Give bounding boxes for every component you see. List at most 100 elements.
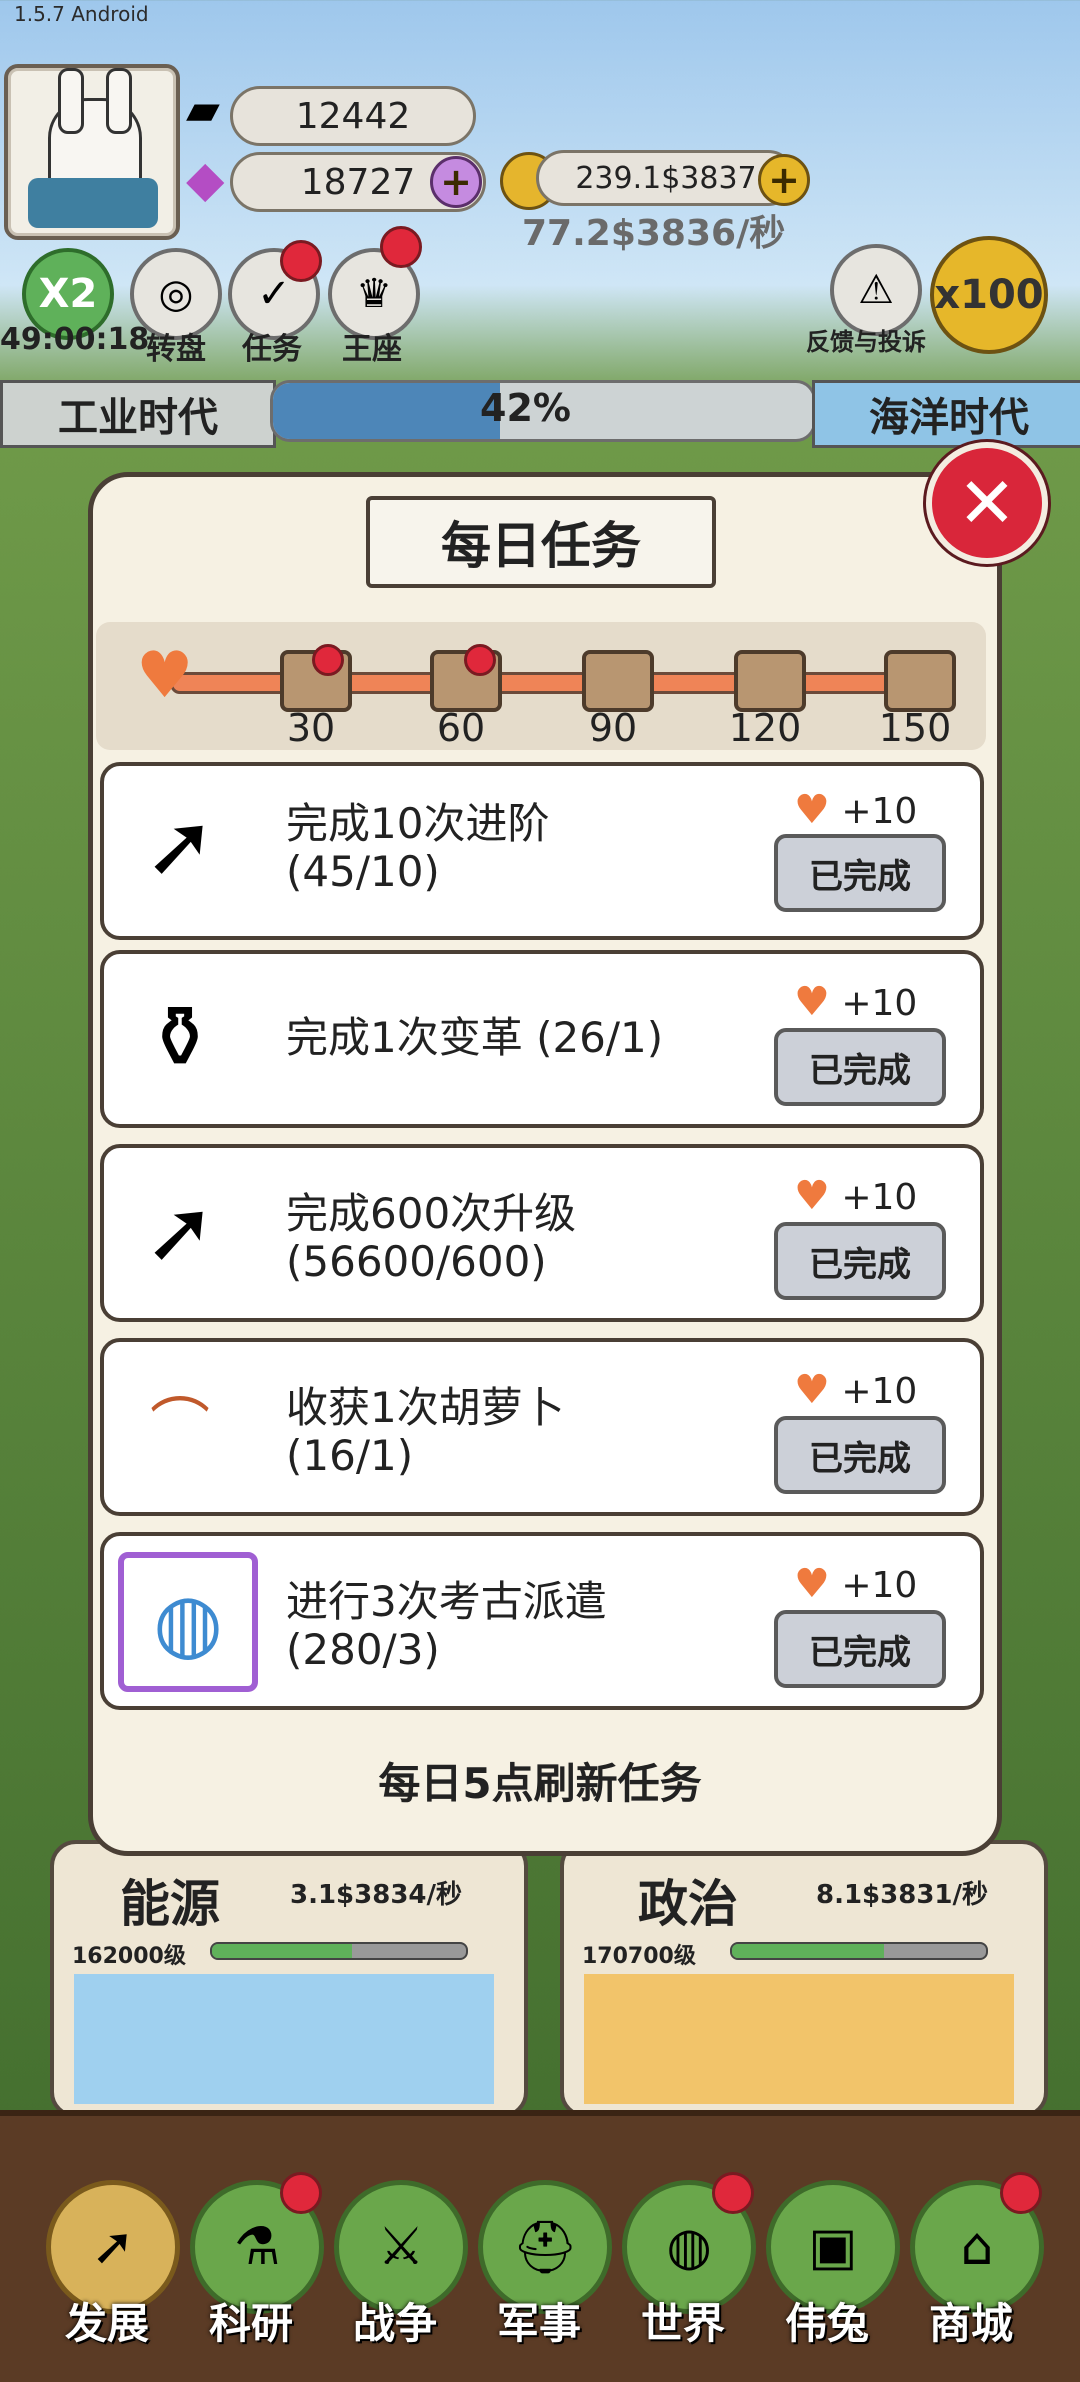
heart-icon: ♥: [794, 1173, 830, 1219]
task-complete-button[interactable]: 已完成: [774, 1222, 946, 1300]
task-title: 进行3次考古派遣: [286, 1577, 607, 1626]
politics-card-image: [584, 1974, 1014, 2104]
throne-label: 王座: [342, 332, 402, 367]
chest-150-icon[interactable]: [884, 650, 956, 712]
politics-card-progress-fill: [732, 1944, 885, 1958]
arrow-icon: ➚: [91, 2217, 135, 2277]
shop-notification-dot: [1000, 2172, 1042, 2214]
chest-90-icon[interactable]: [582, 650, 654, 712]
task-item: ➚ 完成600次升级 (56600/600) ♥ +10 已完成: [100, 1144, 984, 1322]
task-reward: +10: [841, 1565, 918, 1606]
boost-label: X2: [38, 271, 98, 317]
throne-icon: ♛: [356, 271, 392, 317]
feedback-label: 反馈与投诉: [806, 328, 926, 356]
task-item: ⌒ 收获1次胡萝卜 (16/1) ♥ +10 已完成: [100, 1338, 984, 1516]
energy-card[interactable]: 能源 3.1$3834/秒 162000级: [50, 1840, 528, 2118]
portrait-icon: ▣: [808, 2217, 858, 2277]
world-notification-dot: [712, 2172, 754, 2214]
task-complete-button[interactable]: 已完成: [774, 1028, 946, 1106]
arrow-up-icon: ➚: [143, 1182, 217, 1282]
task-reward: +10: [841, 983, 918, 1024]
energy-card-progress-fill: [212, 1944, 352, 1958]
task-reward: +10: [841, 1371, 918, 1412]
milestone-150: 150: [878, 706, 952, 750]
milestone-60: 60: [436, 706, 486, 750]
politics-card-level: 170700级: [582, 1944, 696, 1969]
energy-card-rate: 3.1$3834/秒: [290, 1880, 463, 1910]
heart-icon: ♥: [136, 639, 194, 713]
income-rate: 77.2$3836/秒: [522, 213, 786, 254]
task-reward: +10: [841, 1177, 918, 1218]
politics-card[interactable]: 政治 8.1$3831/秒 170700级: [560, 1840, 1048, 2118]
task-status: 已完成: [809, 1438, 911, 1479]
gem-icon: ◆: [186, 150, 225, 208]
heart-icon: ♥: [794, 1561, 830, 1607]
wheel-icon: ◎: [158, 271, 194, 317]
heart-icon: ♥: [794, 1367, 830, 1413]
task-title: 完成1次变革 (26/1): [286, 1013, 664, 1062]
avatar[interactable]: [4, 64, 180, 240]
globe-icon: ◍: [118, 1552, 258, 1692]
helmet-icon: ⛑: [511, 2217, 578, 2278]
add-gem-button[interactable]: +: [430, 156, 482, 208]
add-coin-button[interactable]: +: [758, 154, 810, 206]
task-status: 已完成: [809, 1050, 911, 1091]
refresh-note: 每日5点刷新任务: [378, 1759, 702, 1808]
heart-icon: ♥: [794, 787, 830, 833]
carrot-icon: ⌒: [150, 1392, 210, 1462]
milestone-90: 90: [588, 706, 638, 750]
multiplier-button[interactable]: x100: [930, 236, 1048, 354]
clipboard-icon: ✓: [257, 271, 291, 317]
energy-card-level: 162000级: [72, 1944, 186, 1969]
task-status: 已完成: [809, 1632, 911, 1673]
task-item: ◍ 进行3次考古派遣 (280/3) ♥ +10 已完成: [100, 1532, 984, 1710]
politics-card-title: 政治: [638, 1875, 738, 1933]
energy-card-image: [74, 1974, 494, 2104]
heart-icon: ♥: [794, 979, 830, 1025]
arrow-up-icon: ➚: [143, 796, 217, 896]
nav-world-label: 世界: [640, 2299, 725, 2348]
current-era-label: 工业时代: [0, 380, 276, 448]
task-complete-button[interactable]: 已完成: [774, 834, 946, 912]
tasks-label: 任务: [242, 332, 302, 367]
task-reward: +10: [841, 791, 918, 832]
chest-60-dot: [464, 644, 496, 676]
energy-card-title: 能源: [120, 1875, 220, 1933]
era-progress-fill: [273, 383, 500, 439]
close-button[interactable]: ✕: [926, 442, 1048, 564]
warning-icon: ⚠: [858, 267, 894, 313]
politics-card-progress: [730, 1942, 988, 1960]
next-era-text: 海洋时代: [869, 395, 1029, 441]
modal-title: 每日任务: [366, 496, 716, 588]
energy-card-progress: [210, 1942, 468, 1960]
multiplier-label: x100: [934, 272, 1044, 318]
nav-military-label: 军事: [496, 2299, 581, 2348]
task-title: 收获1次胡萝卜: [286, 1383, 565, 1432]
silver-counter: 12442: [230, 86, 476, 146]
task-progress: (56600/600): [286, 1237, 547, 1286]
current-era-text: 工业时代: [58, 395, 218, 441]
version-label: 1.5.7 Android: [14, 2, 149, 26]
nav-research-label: 科研: [208, 2299, 293, 2348]
wheel-label: 转盘: [146, 332, 206, 367]
close-icon: ✕: [957, 462, 1017, 544]
task-complete-button[interactable]: 已完成: [774, 1610, 946, 1688]
task-title: 完成10次进阶: [286, 799, 550, 848]
potion-icon: ⚱: [143, 988, 217, 1088]
coin-counter: 239.1$3837: [536, 150, 796, 206]
chest-120-icon[interactable]: [734, 650, 806, 712]
task-title: 完成600次升级: [286, 1189, 577, 1238]
era-progress-text: 42%: [480, 386, 571, 430]
task-status: 已完成: [809, 856, 911, 897]
task-complete-button[interactable]: 已完成: [774, 1416, 946, 1494]
nav-shop-label: 商城: [928, 2299, 1013, 2348]
globe-icon: ◍: [666, 2217, 712, 2277]
silver-value: 12442: [295, 95, 411, 137]
throne-notification-dot: [380, 226, 422, 268]
politics-card-rate: 8.1$3831/秒: [816, 1880, 989, 1910]
coin-value: 239.1$3837: [575, 160, 757, 196]
swords-icon: ⚔: [377, 2217, 425, 2277]
task-progress: (280/3): [286, 1625, 440, 1674]
gem-value: 18727: [300, 161, 416, 203]
nav-war-label: 战争: [352, 2299, 437, 2348]
